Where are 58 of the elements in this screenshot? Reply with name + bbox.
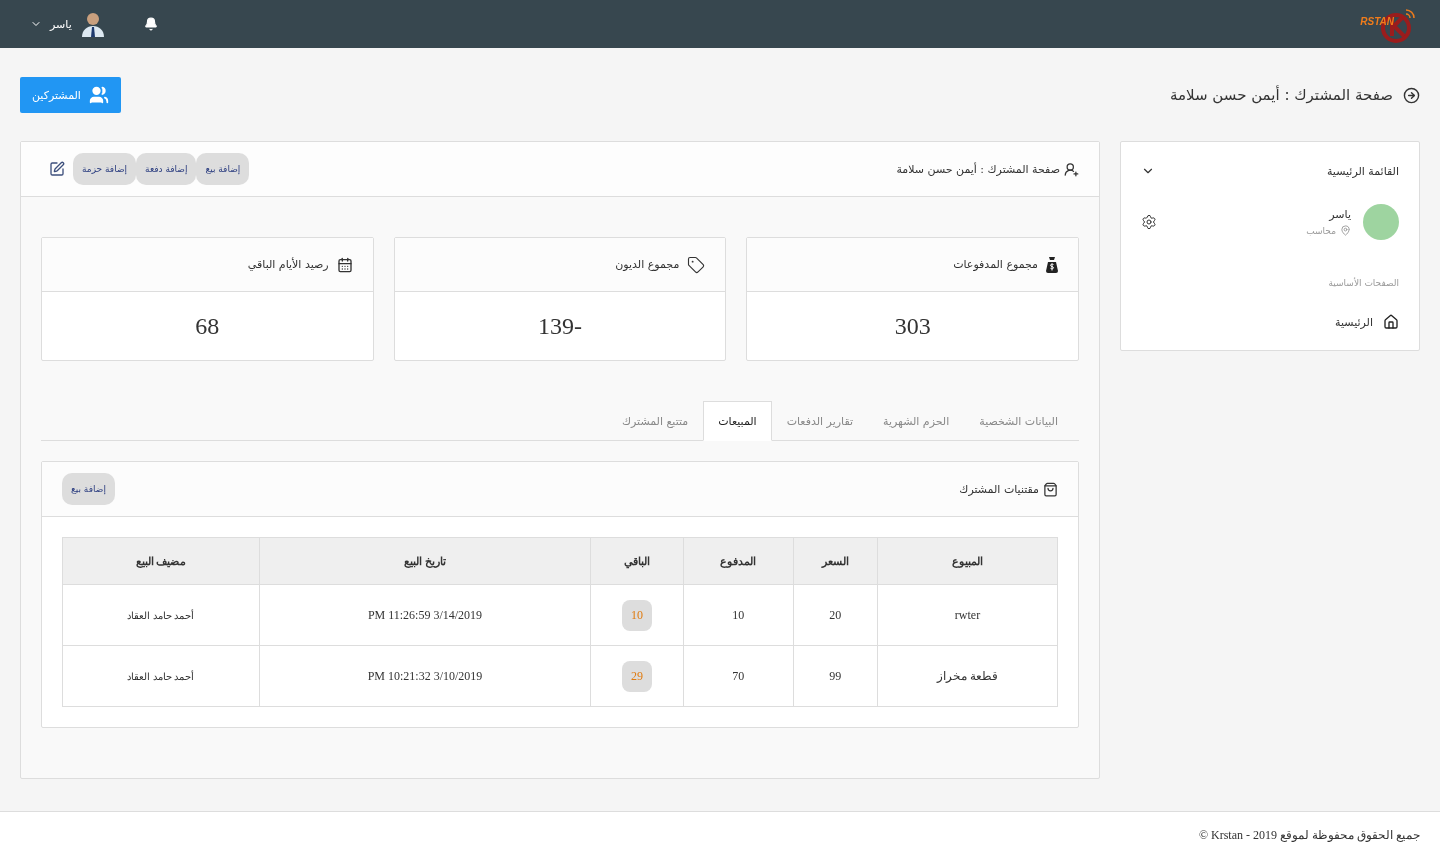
- table-cell: أحمد حامد العقاد: [62, 584, 260, 646]
- user-menu[interactable]: ياسر: [30, 11, 106, 37]
- table-cell: 99: [793, 645, 878, 707]
- bell-icon[interactable]: [143, 17, 158, 31]
- tab[interactable]: الحزم الشهرية: [868, 401, 965, 441]
- stat-label: مجموع المدفوعات: [953, 258, 1038, 271]
- section-label: الصفحات الأساسية: [1327, 278, 1399, 288]
- avatar-icon: [79, 11, 106, 37]
- column-header: المدفوع: [683, 537, 794, 585]
- column-header: السعر: [793, 537, 878, 585]
- users-icon: [88, 85, 109, 105]
- table-cell: 3/10/2019 10:21:32 PM: [259, 645, 591, 707]
- add-sale-button[interactable]: إضافة بيع: [62, 473, 115, 505]
- table-cell: قطعة مخراز: [877, 645, 1058, 707]
- user-role: محاسب: [1306, 225, 1336, 236]
- column-header: مضيف البيع: [62, 537, 260, 585]
- stat-value: 68: [195, 312, 220, 340]
- card-title: صفحة المشترك : أيمن حسن سلامة: [896, 162, 1060, 176]
- sales-title: مقتنيات المشترك: [959, 482, 1039, 496]
- user-plus-icon: [1064, 161, 1079, 177]
- table-cell: 3/14/2019 11:26:59 PM: [259, 584, 591, 646]
- table-cell: 10: [683, 584, 794, 646]
- footer-text: جميع الحقوق محفوظة لموقع 2019 - Krstan ©: [1198, 828, 1420, 843]
- sidebar-title: القائمة الرئيسية: [1326, 164, 1399, 178]
- table-cell: rwter: [877, 584, 1058, 646]
- table-cell: 70: [683, 645, 794, 707]
- stat-value: -139: [538, 312, 582, 340]
- shopping-bag-icon: [1043, 481, 1058, 497]
- column-header: تاريخ البيع: [259, 537, 591, 585]
- action-button[interactable]: إضافة حزمة: [73, 153, 137, 185]
- money-bag-icon: [1046, 256, 1058, 273]
- remaining-badge: 29: [621, 660, 652, 692]
- user-avatar: [1363, 204, 1399, 240]
- user-name: ياسر: [1327, 208, 1351, 221]
- table-cell: 20: [793, 584, 878, 646]
- remaining-badge: 10: [621, 599, 652, 631]
- column-header: المبيوع: [877, 537, 1058, 585]
- action-button[interactable]: إضافة دفعة: [136, 153, 197, 185]
- nav-item[interactable]: الرئيسية: [1141, 314, 1399, 330]
- column-header: الباقي: [590, 537, 684, 585]
- settings-icon[interactable]: [1141, 214, 1157, 230]
- calendar-icon: [336, 256, 353, 273]
- house-icon: [1383, 314, 1399, 330]
- action-button[interactable]: إضافة بيع: [196, 153, 250, 185]
- logo-text: RSTAN: [1360, 15, 1394, 27]
- stat-label: مجموع الديون: [615, 258, 680, 271]
- edit-icon[interactable]: [49, 161, 65, 177]
- stat-value: 303: [894, 312, 931, 340]
- arrow-right-circle-icon[interactable]: [1403, 86, 1420, 104]
- tab[interactable]: تقارير الدفعات: [771, 401, 869, 441]
- tag-icon: [687, 255, 706, 274]
- stat-label: رصيد الأيام الباقي: [247, 258, 329, 271]
- tab[interactable]: المبيعات: [703, 401, 772, 441]
- page-title: صفحة المشترك : أيمن حسن سلامة: [1170, 86, 1393, 104]
- tab[interactable]: البيانات الشخصية: [964, 401, 1073, 441]
- tab[interactable]: متتبع المشترك: [607, 401, 704, 441]
- map-pin-icon: [1340, 225, 1351, 236]
- table-cell: أحمد حامد العقاد: [62, 645, 260, 707]
